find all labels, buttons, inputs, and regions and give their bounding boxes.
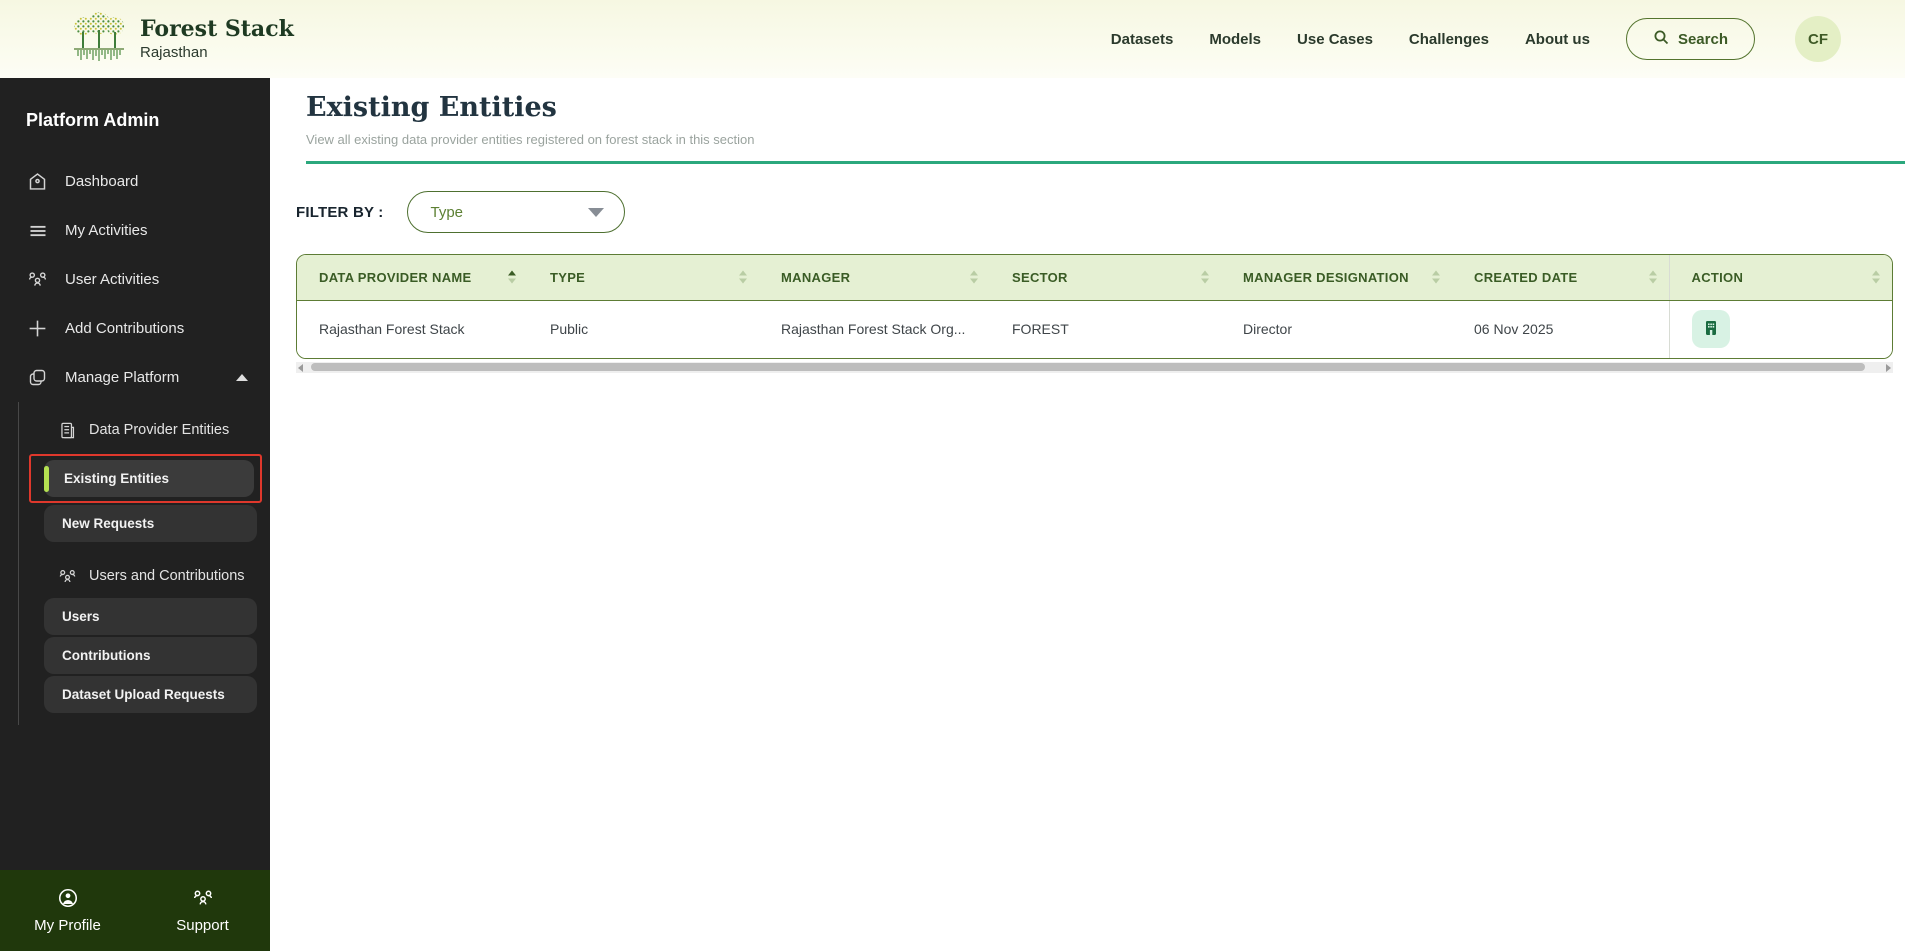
sort-icon[interactable] <box>508 271 516 284</box>
sidebar-item-label: My Activities <box>65 222 148 239</box>
my-profile-label: My Profile <box>34 917 101 934</box>
column-header-manager-designation[interactable]: MANAGER DESIGNATION <box>1221 255 1452 300</box>
cell-manager: Rajasthan Forest Stack Org... <box>759 300 990 358</box>
sidebar-item-users[interactable]: Users <box>44 598 257 635</box>
group-header-data-provider-entities[interactable]: Data Provider Entities <box>19 410 270 450</box>
sidebar-item-my-activities[interactable]: My Activities <box>0 206 270 255</box>
document-icon <box>58 421 77 440</box>
support-label: Support <box>176 917 229 934</box>
view-entity-button[interactable] <box>1692 310 1730 348</box>
sidebar-item-dashboard[interactable]: Dashboard <box>0 157 270 206</box>
nav-item-use-cases[interactable]: Use Cases <box>1297 31 1373 48</box>
horizontal-scrollbar[interactable] <box>296 362 1893 373</box>
scroll-right-arrow-icon[interactable] <box>1886 364 1891 372</box>
filter-bar: FILTER BY : Type <box>296 191 1905 233</box>
column-header-sector[interactable]: SECTOR <box>990 255 1221 300</box>
page-subtitle: View all existing data provider entities… <box>306 132 1905 147</box>
users-icon <box>58 567 77 586</box>
stack-icon <box>27 367 48 388</box>
section-divider <box>306 161 1905 164</box>
column-header-manager[interactable]: MANAGER <box>759 255 990 300</box>
admin-sidebar: Platform Admin Dashboard My Activities <box>0 78 270 951</box>
cell-action <box>1669 300 1892 358</box>
filter-by-label: FILTER BY : <box>296 204 383 221</box>
sort-icon[interactable] <box>739 271 747 284</box>
top-header: Forest Stack Rajasthan Datasets Models U… <box>0 0 1905 78</box>
cell-type: Public <box>528 300 759 358</box>
entities-table: DATA PROVIDER NAME TYPE MANAGER SECTOR <box>296 254 1893 359</box>
search-button[interactable]: Search <box>1626 18 1755 60</box>
nav-item-about-us[interactable]: About us <box>1525 31 1590 48</box>
search-button-label: Search <box>1678 31 1728 48</box>
dropdown-selected-value: Type <box>430 204 463 221</box>
sidebar-item-manage-platform[interactable]: Manage Platform <box>0 353 270 402</box>
menu-icon <box>27 220 48 241</box>
top-nav: Datasets Models Use Cases Challenges Abo… <box>1111 16 1841 62</box>
sidebar-item-add-contributions[interactable]: Add Contributions <box>0 304 270 353</box>
table-row: Rajasthan Forest Stack Public Rajasthan … <box>297 300 1892 358</box>
sidebar-item-user-activities[interactable]: User Activities <box>0 255 270 304</box>
search-icon <box>1653 29 1669 49</box>
sidebar-item-label: Dashboard <box>65 173 138 190</box>
sort-icon[interactable] <box>1432 271 1440 284</box>
table-header-row: DATA PROVIDER NAME TYPE MANAGER SECTOR <box>297 255 1892 300</box>
sidebar-item-label: Manage Platform <box>65 369 179 386</box>
brand[interactable]: Forest Stack Rajasthan <box>72 10 294 69</box>
column-header-action[interactable]: ACTION <box>1669 255 1892 300</box>
scroll-left-arrow-icon[interactable] <box>298 364 303 372</box>
users-icon <box>27 269 48 290</box>
group-header-label: Users and Contributions <box>89 568 245 584</box>
sort-icon[interactable] <box>1201 271 1209 284</box>
sidebar-item-new-requests[interactable]: New Requests <box>44 505 257 542</box>
chevron-down-icon <box>588 208 604 217</box>
sidebar-title: Platform Admin <box>0 78 270 131</box>
cell-data-provider-name: Rajasthan Forest Stack <box>297 300 528 358</box>
collapse-caret-icon[interactable] <box>236 374 248 381</box>
manage-platform-group: Data Provider Entities Existing Entities… <box>18 402 270 725</box>
sidebar-item-label: User Activities <box>65 271 159 288</box>
my-profile-button[interactable]: My Profile <box>0 887 135 934</box>
type-filter-dropdown[interactable]: Type <box>407 191 625 233</box>
forest-stack-logo-icon <box>72 10 126 69</box>
scrollbar-thumb[interactable] <box>311 363 1865 371</box>
nav-item-datasets[interactable]: Datasets <box>1111 31 1174 48</box>
support-button[interactable]: Support <box>135 887 270 934</box>
user-avatar[interactable]: CF <box>1795 16 1841 62</box>
page-title: Existing Entities <box>306 92 1905 123</box>
profile-icon <box>57 887 79 913</box>
column-header-type[interactable]: TYPE <box>528 255 759 300</box>
column-header-data-provider-name[interactable]: DATA PROVIDER NAME <box>297 255 528 300</box>
cell-manager-designation: Director <box>1221 300 1452 358</box>
support-icon <box>192 887 214 913</box>
main-content: Existing Entities View all existing data… <box>270 78 1905 951</box>
group-header-users-and-contributions[interactable]: Users and Contributions <box>19 556 270 596</box>
sort-icon[interactable] <box>970 271 978 284</box>
active-item-highlight-box: Existing Entities <box>29 454 262 503</box>
building-icon <box>1702 319 1720 340</box>
cell-created-date: 06 Nov 2025 <box>1452 300 1669 358</box>
sort-icon[interactable] <box>1872 271 1880 284</box>
cell-sector: FOREST <box>990 300 1221 358</box>
group-header-label: Data Provider Entities <box>89 422 229 438</box>
sort-icon[interactable] <box>1649 271 1657 284</box>
home-icon <box>27 171 48 192</box>
nav-item-challenges[interactable]: Challenges <box>1409 31 1489 48</box>
sidebar-item-label: Add Contributions <box>65 320 184 337</box>
sidebar-item-existing-entities[interactable]: Existing Entities <box>44 460 254 497</box>
brand-title: Forest Stack <box>140 17 294 41</box>
plus-icon <box>27 318 48 339</box>
sidebar-item-dataset-upload-requests[interactable]: Dataset Upload Requests <box>44 676 257 713</box>
column-header-created-date[interactable]: CREATED DATE <box>1452 255 1669 300</box>
sidebar-footer: My Profile Support <box>0 870 270 951</box>
sidebar-item-contributions[interactable]: Contributions <box>44 637 257 674</box>
brand-subtitle: Rajasthan <box>140 44 294 61</box>
nav-item-models[interactable]: Models <box>1209 31 1261 48</box>
